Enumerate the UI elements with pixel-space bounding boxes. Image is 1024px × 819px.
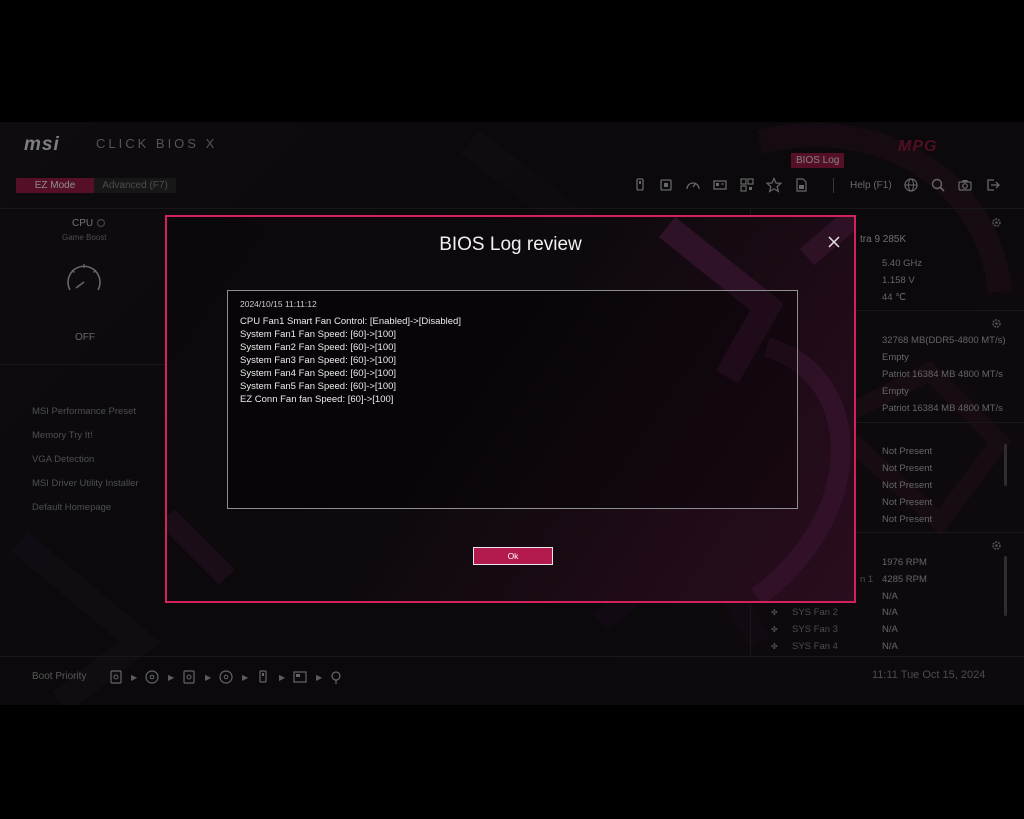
- log-line: CPU Fan1 Smart Fan Control: [Enabled]->[…: [240, 316, 461, 327]
- log-line: System Fan5 Fan Speed: [60]->[100]: [240, 381, 397, 392]
- ok-button[interactable]: Ok: [473, 547, 553, 565]
- bios-log-dialog: BIOS Log review 2024/10/15 11:11:12 CPU …: [165, 215, 856, 603]
- dialog-title: BIOS Log review: [439, 234, 582, 255]
- log-line: EZ Conn Fan fan Speed: [60]->[100]: [240, 394, 394, 405]
- log-text-area[interactable]: 2024/10/15 11:11:12 CPU Fan1 Smart Fan C…: [227, 290, 798, 509]
- log-line: System Fan4 Fan Speed: [60]->[100]: [240, 368, 397, 379]
- log-line: System Fan2 Fan Speed: [60]->[100]: [240, 342, 397, 353]
- log-line: System Fan1 Fan Speed: [60]->[100]: [240, 329, 397, 340]
- log-line: System Fan3 Fan Speed: [60]->[100]: [240, 355, 397, 366]
- log-timestamp: 2024/10/15 11:11:12: [240, 299, 317, 309]
- close-icon[interactable]: [827, 235, 841, 249]
